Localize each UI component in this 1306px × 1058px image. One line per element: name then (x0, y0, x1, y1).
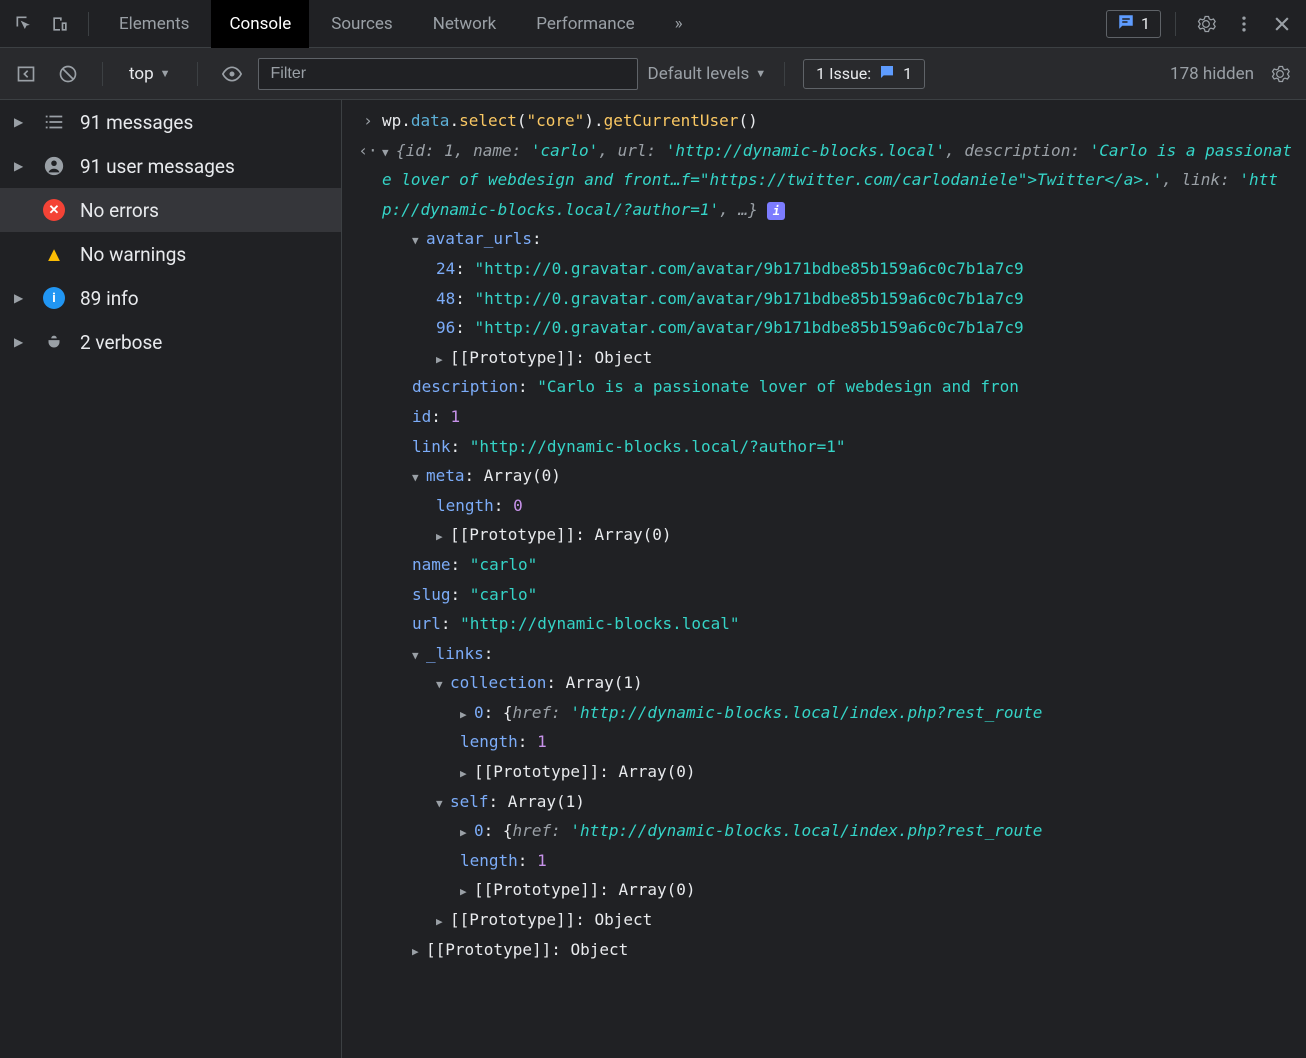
tab-sources[interactable]: Sources (313, 0, 410, 48)
expand-icon[interactable] (14, 115, 28, 129)
devtools-tabs-bar: Elements Console Sources Network Perform… (0, 0, 1306, 48)
expand-icon[interactable] (460, 882, 474, 902)
object-property[interactable]: [[Prototype]]: Object (342, 905, 1306, 935)
sidebar-item-label: 91 messages (80, 111, 193, 134)
expand-icon[interactable] (460, 823, 474, 843)
object-property[interactable]: id: 1 (342, 402, 1306, 432)
expand-icon[interactable] (460, 764, 474, 784)
expand-icon[interactable] (14, 291, 28, 305)
user-icon (42, 154, 66, 178)
sidebar-item-messages[interactable]: 91 messages (0, 100, 341, 144)
object-property[interactable]: self: Array(1) (342, 787, 1306, 817)
expand-icon[interactable] (412, 468, 426, 488)
messages-badge[interactable]: 1 (1106, 10, 1161, 38)
object-property[interactable]: 0: {href: 'http://dynamic-blocks.local/i… (342, 698, 1306, 728)
sidebar-item-warnings[interactable]: ▲ No warnings (0, 232, 341, 276)
object-property[interactable]: [[Prototype]]: Array(0) (342, 875, 1306, 905)
object-property[interactable]: [[Prototype]]: Object (342, 343, 1306, 373)
expand-icon[interactable] (436, 912, 450, 932)
chevron-down-icon: ▼ (755, 67, 766, 80)
expand-icon[interactable] (436, 350, 450, 370)
expand-icon[interactable] (436, 675, 450, 695)
chevron-down-icon: ▼ (160, 67, 171, 80)
message-icon (1117, 13, 1135, 35)
more-icon[interactable] (1228, 8, 1260, 40)
object-property[interactable]: [[Prototype]]: Array(0) (342, 520, 1306, 550)
error-icon: ✕ (42, 198, 66, 222)
filter-input[interactable] (258, 58, 638, 90)
expand-icon[interactable] (382, 143, 396, 163)
live-expression-icon[interactable] (216, 58, 248, 90)
tab-console[interactable]: Console (211, 0, 309, 48)
expand-icon[interactable] (14, 335, 28, 349)
console-result-line[interactable]: ‹· {id: 1, name: 'carlo', url: 'http://d… (342, 136, 1306, 225)
info-badge-icon[interactable]: i (767, 202, 785, 220)
object-property[interactable]: length: 1 (342, 727, 1306, 757)
expand-icon[interactable] (436, 527, 450, 547)
object-property[interactable]: 24: "http://0.gravatar.com/avatar/9b171b… (342, 254, 1306, 284)
expand-icon[interactable] (14, 159, 28, 173)
console-sidebar: 91 messages 91 user messages ✕ No errors… (0, 100, 342, 1058)
console-settings-icon[interactable] (1264, 58, 1296, 90)
object-property[interactable]: 0: {href: 'http://dynamic-blocks.local/i… (342, 816, 1306, 846)
console-toolbar: top ▼ Default levels ▼ 1 Issue: 1 178 hi… (0, 48, 1306, 100)
issues-counter[interactable]: 1 Issue: 1 (803, 59, 925, 89)
list-icon (42, 110, 66, 134)
object-property[interactable]: [[Prototype]]: Object (342, 935, 1306, 965)
object-property[interactable]: url: "http://dynamic-blocks.local" (342, 609, 1306, 639)
sidebar-item-errors[interactable]: ✕ No errors (0, 188, 341, 232)
clear-console-icon[interactable] (52, 58, 84, 90)
expand-icon[interactable] (412, 942, 426, 962)
settings-icon[interactable] (1190, 8, 1222, 40)
console-input-line[interactable]: › wp.data.select("core").getCurrentUser(… (342, 106, 1306, 136)
object-property[interactable]: 48: "http://0.gravatar.com/avatar/9b171b… (342, 284, 1306, 314)
expand-icon[interactable] (436, 794, 450, 814)
sidebar-item-info[interactable]: i 89 info (0, 276, 341, 320)
object-property[interactable]: [[Prototype]]: Array(0) (342, 757, 1306, 787)
sidebar-item-user-messages[interactable]: 91 user messages (0, 144, 341, 188)
object-property[interactable]: length: 0 (342, 491, 1306, 521)
object-property[interactable]: name: "carlo" (342, 550, 1306, 580)
object-property[interactable]: collection: Array(1) (342, 668, 1306, 698)
device-toggle-icon[interactable] (44, 8, 76, 40)
object-property[interactable]: link: "http://dynamic-blocks.local/?auth… (342, 432, 1306, 462)
bug-icon (42, 330, 66, 354)
tab-performance[interactable]: Performance (518, 0, 652, 48)
tab-network[interactable]: Network (415, 0, 515, 48)
info-icon: i (42, 286, 66, 310)
object-property[interactable]: length: 1 (342, 846, 1306, 876)
expand-icon[interactable] (412, 646, 426, 666)
sidebar-toggle-icon[interactable] (10, 58, 42, 90)
tab-elements[interactable]: Elements (101, 0, 207, 48)
messages-badge-count: 1 (1141, 14, 1150, 33)
console-output: › wp.data.select("core").getCurrentUser(… (342, 100, 1306, 1058)
expand-icon[interactable] (460, 705, 474, 725)
sidebar-item-label: No warnings (80, 243, 186, 266)
hidden-count[interactable]: 178 hidden (1170, 64, 1254, 84)
log-levels-selector[interactable]: Default levels ▼ (648, 64, 767, 84)
object-property[interactable]: _links: (342, 639, 1306, 669)
expand-icon[interactable] (412, 231, 426, 251)
object-property[interactable]: description: "Carlo is a passionate love… (342, 372, 1306, 402)
sidebar-item-label: No errors (80, 199, 159, 222)
sidebar-item-verbose[interactable]: 2 verbose (0, 320, 341, 364)
tabs-overflow-icon[interactable]: » (657, 0, 701, 48)
inspect-icon[interactable] (8, 8, 40, 40)
context-selector[interactable]: top ▼ (121, 64, 179, 84)
object-property[interactable]: 96: "http://0.gravatar.com/avatar/9b171b… (342, 313, 1306, 343)
message-icon (879, 64, 895, 84)
object-property[interactable]: meta: Array(0) (342, 461, 1306, 491)
close-icon[interactable] (1266, 8, 1298, 40)
sidebar-item-label: 2 verbose (80, 331, 162, 354)
object-property[interactable]: avatar_urls: (342, 224, 1306, 254)
sidebar-item-label: 91 user messages (80, 155, 235, 178)
sidebar-item-label: 89 info (80, 287, 139, 310)
warning-icon: ▲ (42, 242, 66, 266)
object-property[interactable]: slug: "carlo" (342, 580, 1306, 610)
